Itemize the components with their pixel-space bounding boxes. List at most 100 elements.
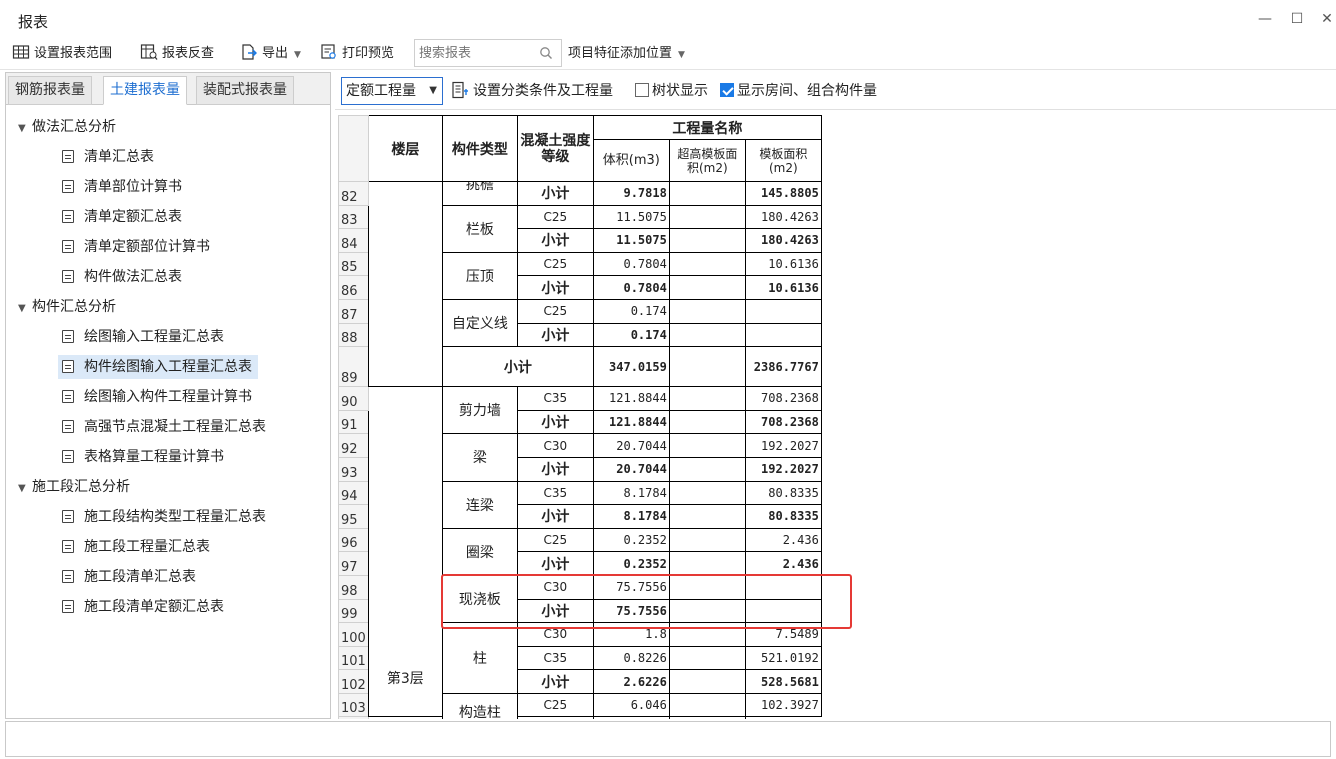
volume-cell[interactable]: 0.8226: [592, 645, 670, 671]
subtotal-cell[interactable]: 小计: [516, 181, 594, 206]
tree-item[interactable]: 高强节点混凝土工程量汇总表: [62, 415, 266, 439]
set-range-button[interactable]: 设置报表范围: [12, 43, 112, 65]
subtotal-cell[interactable]: 小计: [516, 409, 594, 435]
overheight-cell[interactable]: [668, 409, 746, 435]
close-button[interactable]: ✕: [1318, 10, 1336, 28]
report-search-box[interactable]: [414, 39, 562, 67]
volume-cell[interactable]: 11.5075: [592, 228, 670, 253]
formwork-cell[interactable]: 192.2027: [744, 456, 822, 482]
volume-cell[interactable]: 9.7818: [592, 181, 670, 206]
grade-cell[interactable]: C30: [516, 433, 594, 458]
volume-cell[interactable]: 11.5075: [592, 204, 670, 230]
formwork-cell[interactable]: 708.2368: [744, 409, 822, 435]
overheight-cell[interactable]: [592, 716, 670, 719]
row-number[interactable]: 90: [338, 386, 369, 411]
formwork-cell[interactable]: 102.3927: [744, 692, 822, 718]
row-number[interactable]: 99: [338, 598, 369, 624]
row-number[interactable]: 89: [338, 346, 369, 388]
formwork-cell[interactable]: 2.436: [744, 527, 822, 553]
formwork-cell[interactable]: 180.4263: [744, 228, 822, 253]
tree-display-check[interactable]: [635, 83, 649, 97]
show-rooms-checkbox[interactable]: 显示房间、组合构件量: [720, 80, 877, 102]
row-number[interactable]: 98: [338, 574, 369, 600]
tree-item-selected[interactable]: 构件绘图输入工程量汇总表: [58, 355, 258, 379]
volume-cell[interactable]: 0.7804: [592, 275, 670, 300]
formwork-cell[interactable]: [744, 574, 822, 600]
grade-cell[interactable]: [367, 716, 443, 719]
row-number[interactable]: 101: [338, 645, 369, 671]
volume-cell[interactable]: 2.6226: [592, 669, 670, 694]
overheight-cell[interactable]: [668, 645, 746, 671]
overheight-cell[interactable]: [668, 322, 746, 348]
subtotal-cell[interactable]: 小计: [516, 275, 594, 300]
subtotal-cell[interactable]: 小计: [516, 322, 594, 348]
subtotal-cell[interactable]: 小计: [441, 346, 594, 388]
volume-cell[interactable]: 121.8844: [592, 386, 670, 411]
row-number[interactable]: 88: [338, 322, 369, 348]
overheight-cell[interactable]: [668, 386, 746, 411]
component-type-cell[interactable]: 构造柱: [441, 692, 518, 719]
export-button[interactable]: 导出 ▼: [240, 43, 301, 65]
subtotal-cell[interactable]: 小计: [516, 551, 594, 576]
volume-cell[interactable]: 121.8844: [592, 409, 670, 435]
row-number[interactable]: 84: [338, 228, 369, 253]
overheight-cell[interactable]: [668, 622, 746, 647]
row-number[interactable]: 86: [338, 275, 369, 300]
tree-item[interactable]: 施工段工程量汇总表: [62, 535, 210, 559]
volume-cell[interactable]: 0.174: [592, 298, 670, 324]
overheight-cell[interactable]: [668, 251, 746, 277]
volume-cell[interactable]: 1.8: [592, 622, 670, 647]
subtotal-cell[interactable]: 小计: [516, 598, 594, 624]
subtotal-cell[interactable]: 小计: [516, 504, 594, 529]
grade-cell[interactable]: C25: [516, 692, 594, 718]
search-input[interactable]: [415, 40, 525, 66]
tree-item[interactable]: 清单汇总表: [62, 145, 154, 169]
formwork-cell[interactable]: 521.0192: [744, 645, 822, 671]
tree-item[interactable]: 清单定额汇总表: [62, 205, 182, 229]
overheight-cell[interactable]: [668, 456, 746, 482]
volume-cell[interactable]: [516, 716, 594, 719]
formwork-cell[interactable]: 180.4263: [744, 204, 822, 230]
print-preview-button[interactable]: 打印预览: [320, 43, 394, 65]
feature-position-dropdown[interactable]: 项目特征添加位置 ▼: [568, 43, 685, 65]
grade-cell[interactable]: C35: [516, 386, 594, 411]
formwork-cell[interactable]: 10.6136: [744, 275, 822, 300]
overheight-cell[interactable]: [668, 181, 746, 206]
row-number[interactable]: 85: [338, 251, 369, 277]
row-number[interactable]: 92: [338, 433, 369, 458]
maximize-button[interactable]: ☐: [1288, 10, 1306, 28]
tree-display-checkbox[interactable]: 树状显示: [635, 80, 708, 102]
row-number[interactable]: 100: [338, 622, 369, 647]
tree-item[interactable]: 表格算量工程量计算书: [62, 445, 224, 469]
grade-cell[interactable]: C35: [516, 645, 594, 671]
volume-cell[interactable]: 20.7044: [592, 433, 670, 458]
component-type-cell[interactable]: 剪力墙: [441, 386, 518, 435]
component-type-cell[interactable]: 栏板: [441, 204, 518, 253]
tree-group-method-summary[interactable]: ▼ 做法汇总分析: [18, 115, 116, 139]
quantity-type-select[interactable]: 定额工程量 ▼: [341, 77, 443, 105]
volume-cell[interactable]: 347.0159: [592, 346, 670, 388]
tree-item[interactable]: 绘图输入工程量汇总表: [62, 325, 224, 349]
formwork-cell[interactable]: 145.8805: [744, 181, 822, 206]
show-rooms-check[interactable]: [720, 83, 734, 97]
volume-cell[interactable]: 75.7556: [592, 598, 670, 624]
overheight-cell[interactable]: [668, 574, 746, 600]
row-number[interactable]: 93: [338, 456, 369, 482]
tree-group-component-summary[interactable]: ▼ 构件汇总分析: [18, 295, 116, 319]
overheight-cell[interactable]: [668, 228, 746, 253]
row-number[interactable]: [338, 716, 369, 719]
row-number[interactable]: 97: [338, 551, 369, 576]
row-number[interactable]: 102: [338, 669, 369, 694]
grade-cell[interactable]: C25: [516, 298, 594, 324]
row-number[interactable]: 95: [338, 504, 369, 529]
grade-cell[interactable]: C30: [516, 574, 594, 600]
grade-cell[interactable]: C25: [516, 204, 594, 230]
component-type-cell[interactable]: 柱: [441, 622, 518, 694]
tree-item[interactable]: 绘图输入构件工程量计算书: [62, 385, 252, 409]
subtotal-cell[interactable]: 小计: [516, 456, 594, 482]
grade-cell[interactable]: C25: [516, 527, 594, 553]
tree-item[interactable]: 构件做法汇总表: [62, 265, 182, 289]
search-icon[interactable]: [539, 46, 553, 60]
formwork-cell[interactable]: [744, 598, 822, 624]
component-type-cell[interactable]: 连梁: [441, 480, 518, 529]
